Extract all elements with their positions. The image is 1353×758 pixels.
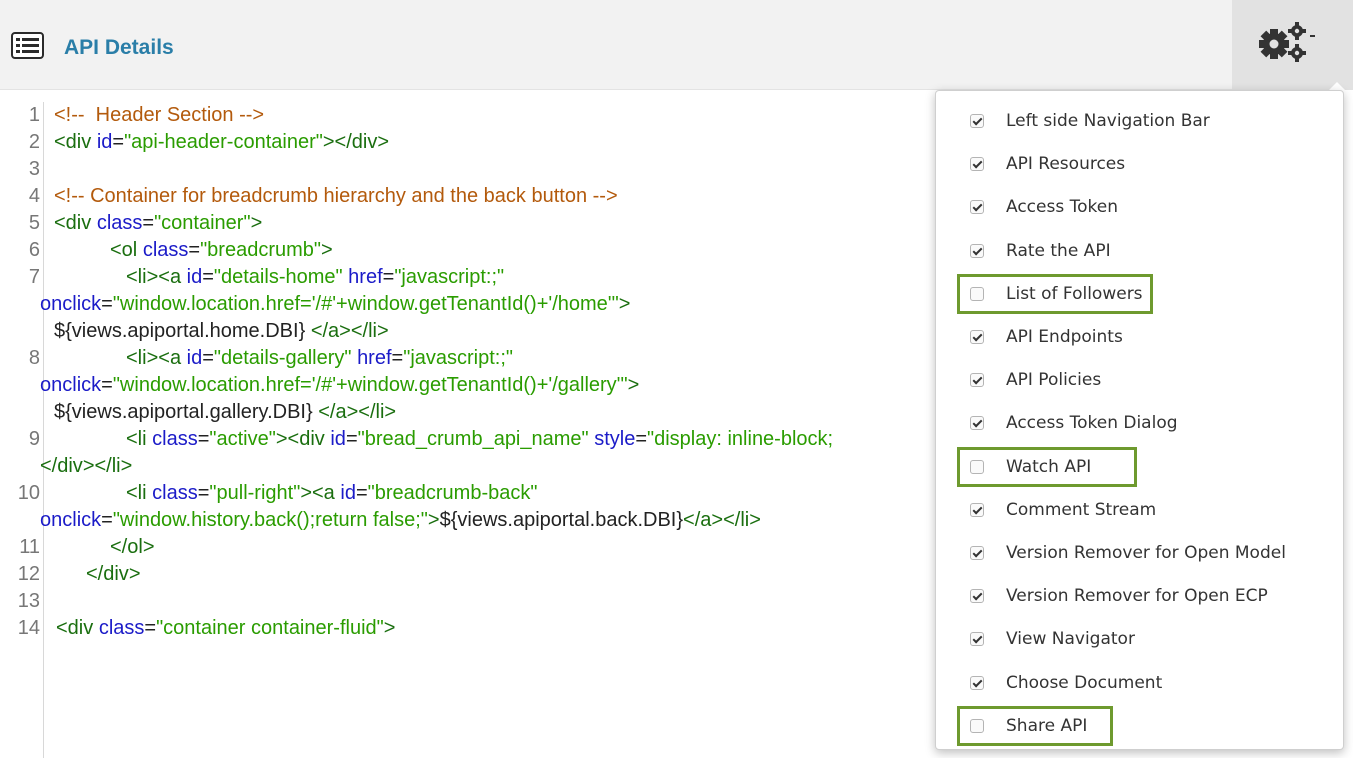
line-number: 4	[28, 185, 40, 207]
code-line: <ol class="breadcrumb">	[110, 239, 333, 261]
code-line: <!-- Container for breadcrumb hierarchy …	[54, 185, 618, 207]
line-number: 9	[28, 428, 40, 450]
menu-item-label: Access Token	[1006, 197, 1118, 218]
code-line: <li class="pull-right"><a id="breadcrumb…	[126, 482, 538, 504]
code-line: onclick="window.history.back();return fa…	[40, 509, 761, 531]
menu-item-label: API Policies	[1006, 370, 1102, 391]
code-line: <div class="container container-fluid">	[56, 617, 396, 639]
menu-item-label: API Resources	[1006, 154, 1126, 175]
menu-item-checkbox[interactable]	[970, 200, 984, 215]
line-number: 3	[28, 158, 40, 180]
menu-item-label: Comment Stream	[1006, 499, 1157, 520]
menu-item-checkbox[interactable]	[970, 157, 984, 172]
menu-item-label: Version Remover for Open Model	[1006, 543, 1286, 563]
code-line: onclick="window.location.href='/#'+windo…	[40, 293, 631, 315]
menu-item-checkbox[interactable]	[970, 632, 984, 647]
menu-item-checkbox[interactable]	[970, 373, 984, 388]
menu-item[interactable]: Rate the API	[936, 230, 1343, 273]
menu-item-checkbox[interactable]	[970, 243, 984, 258]
menu-item-label: API Endpoints	[1006, 327, 1123, 347]
line-number: 8	[28, 347, 40, 369]
code-line: onclick="window.location.href='/#'+windo…	[40, 374, 640, 396]
code-line: <div class="container">	[54, 212, 263, 234]
menu-item[interactable]: List of Followers	[936, 273, 1343, 316]
code-line: ${views.apiportal.gallery.DBI} </a></li>	[54, 401, 397, 423]
menu-item-label: Version Remover for Open ECP	[1006, 586, 1268, 607]
code-line: <!-- Header Section -->	[54, 104, 265, 126]
menu-item-label: Watch API	[1006, 456, 1092, 477]
code-line: <div id="api-header-container"></div>	[54, 131, 390, 153]
code-line: ${views.apiportal.home.DBI} </a></li>	[54, 320, 389, 342]
menu-item[interactable]: Left side Navigation Bar	[936, 100, 1343, 143]
menu-item-label: Left side Navigation Bar	[1006, 111, 1210, 131]
menu-item-checkbox[interactable]	[970, 718, 984, 733]
menu-item-checkbox[interactable]	[970, 546, 984, 560]
menu-item-checkbox[interactable]	[970, 589, 984, 604]
gears-icon	[1259, 22, 1315, 62]
code-line: </div></li>	[40, 455, 133, 477]
menu-item[interactable]: Access Token	[936, 186, 1343, 229]
settings-dropdown-menu: Left side Navigation Bar API Resources Acc…	[935, 90, 1344, 750]
line-number: 12	[17, 563, 40, 585]
menu-item-label: Choose Document	[1006, 672, 1163, 693]
menu-item-checkbox[interactable]	[970, 416, 984, 431]
settings-button[interactable]	[1232, 0, 1353, 90]
menu-item-label: Access Token Dialog	[1006, 413, 1178, 434]
code-content[interactable]: <!-- Header Section --> <div id="api-head…	[40, 102, 934, 642]
list-icon	[11, 32, 44, 59]
menu-item-label: Rate the API	[1006, 240, 1111, 261]
line-number: 2	[28, 131, 40, 153]
line-number: 5	[28, 212, 40, 234]
menu-item-checkbox[interactable]	[970, 502, 984, 517]
line-number: 13	[17, 590, 40, 612]
gutter-divider	[43, 102, 44, 758]
menu-item[interactable]: View Navigator	[936, 618, 1343, 661]
menu-item[interactable]: API Resources	[936, 143, 1343, 186]
page-header: API Details	[0, 0, 1353, 90]
menu-item[interactable]: Access Token Dialog	[936, 402, 1343, 445]
menu-item-label: List of Followers	[1006, 283, 1143, 304]
menu-item[interactable]: API Endpoints	[936, 316, 1343, 359]
code-line: <li class="active"><div id="bread_crumb_…	[126, 428, 834, 450]
menu-item[interactable]: Share API	[936, 705, 1343, 748]
page-title: API Details	[64, 36, 174, 59]
line-number: 7	[28, 266, 40, 288]
menu-item-checkbox[interactable]	[970, 114, 984, 128]
menu-item-checkbox[interactable]	[970, 286, 984, 301]
menu-item[interactable]: Choose Document	[936, 662, 1343, 705]
menu-item[interactable]: Comment Stream	[936, 489, 1343, 532]
menu-item-checkbox[interactable]	[970, 330, 984, 344]
code-line: <li><a id="details-gallery" href="javasc…	[126, 347, 514, 369]
menu-item-label: View Navigator	[1006, 629, 1135, 650]
line-number: 10	[17, 482, 40, 504]
code-line: </div>	[86, 563, 141, 585]
menu-item[interactable]: Version Remover for Open Model	[936, 532, 1343, 575]
line-number: 14	[17, 617, 40, 639]
menu-item[interactable]: API Policies	[936, 359, 1343, 402]
menu-item-label: Share API	[1006, 715, 1088, 736]
line-number: 6	[28, 239, 40, 261]
menu-item-checkbox[interactable]	[970, 675, 984, 690]
line-number: 11	[19, 536, 40, 558]
menu-item[interactable]: Version Remover for Open ECP	[936, 575, 1343, 618]
menu-item[interactable]: Watch API	[936, 446, 1343, 489]
code-line: <li><a id="details-home" href="javascrip…	[126, 266, 505, 288]
code-line: </ol>	[110, 536, 155, 558]
menu-item-checkbox[interactable]	[970, 459, 984, 474]
line-number: 1	[28, 104, 40, 126]
